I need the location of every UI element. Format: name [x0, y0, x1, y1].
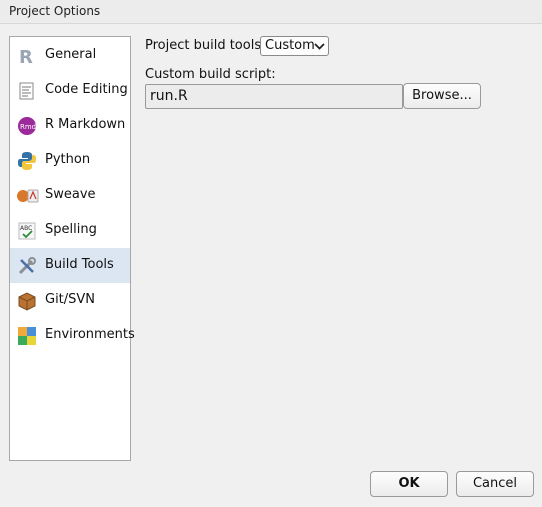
sidebar-item-r-markdown[interactable]: Rmd R Markdown	[10, 108, 130, 143]
sidebar-item-build-tools[interactable]: Build Tools	[10, 248, 130, 283]
svg-text:R: R	[19, 47, 33, 66]
python-icon	[18, 152, 36, 170]
sidebar-item-label: Git/SVN	[45, 292, 96, 307]
svg-text:Rmd: Rmd	[20, 123, 36, 131]
sidebar-item-code-editing[interactable]: Code Editing	[10, 73, 130, 108]
sidebar-item-label: General	[45, 47, 97, 62]
sidebar-item-general[interactable]: R General	[10, 38, 130, 73]
svg-text:ABC: ABC	[20, 225, 32, 232]
title-bar: Project Options	[0, 0, 542, 24]
build-tools-select-value: Custom	[265, 38, 315, 53]
cancel-button[interactable]: Cancel	[456, 471, 534, 497]
sidebar-item-label: Environments	[45, 327, 135, 342]
ok-button[interactable]: OK	[370, 471, 448, 497]
window-title: Project Options	[9, 4, 101, 18]
git-package-icon	[18, 292, 36, 311]
sidebar-item-label: Code Editing	[45, 82, 128, 97]
code-file-icon	[19, 82, 34, 100]
sweave-pdf-icon	[17, 189, 39, 203]
build-script-label: Custom build script:	[145, 67, 276, 82]
browse-button[interactable]: Browse...	[403, 83, 481, 109]
sidebar-item-label: Build Tools	[45, 257, 114, 272]
sidebar-item-label: R Markdown	[45, 117, 126, 132]
sidebar-item-label: Spelling	[45, 222, 97, 237]
build-tools-select[interactable]: Custom	[260, 36, 329, 56]
sidebar-item-sweave[interactable]: Sweave	[10, 178, 130, 213]
chevron-down-icon	[314, 43, 325, 50]
build-script-input[interactable]: run.R	[145, 84, 403, 109]
dialog-content: R General Code Editing Rmd R Markdown Py…	[0, 24, 542, 507]
build-tools-label: Project build tools:	[145, 38, 266, 53]
environments-icon	[18, 327, 36, 345]
sidebar-item-label: Sweave	[45, 187, 96, 202]
options-sidebar: R General Code Editing Rmd R Markdown Py…	[9, 36, 135, 461]
spellcheck-icon: ABC	[18, 222, 36, 240]
r-logo-icon: R	[19, 47, 33, 66]
sidebar-item-label: Python	[45, 152, 91, 167]
sidebar-item-python[interactable]: Python	[10, 143, 130, 178]
build-tools-icon	[18, 257, 36, 275]
sidebar-item-spelling[interactable]: ABC Spelling	[10, 213, 130, 248]
sidebar-item-environments[interactable]: Environments	[10, 318, 135, 353]
rmd-icon: Rmd	[18, 117, 36, 135]
sidebar-item-git-svn[interactable]: Git/SVN	[10, 283, 130, 318]
